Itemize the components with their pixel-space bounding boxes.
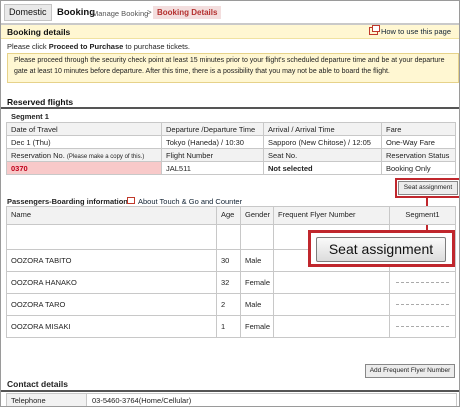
passenger-age: 2 — [216, 293, 241, 316]
section-divider — [1, 107, 459, 109]
seat-cell — [389, 271, 456, 294]
header-departure: Departure /Departure Time — [161, 122, 264, 136]
touch-go-link[interactable]: About Touch & Go and Counter — [127, 197, 242, 206]
breadcrumb-separator: > — [147, 8, 152, 17]
header-name: Name — [6, 206, 217, 225]
ffn-cell — [273, 271, 390, 294]
reservation-no-note: (Please make a copy of this.) — [66, 153, 145, 160]
flight-number: JAL511 — [161, 161, 264, 175]
add-ffn-button[interactable]: Add Frequent Flyer Number — [365, 364, 455, 378]
header-flight-number: Flight Number — [161, 148, 264, 162]
passenger-name: OOZORA HANAKO — [6, 271, 217, 294]
telephone-value: 03-5460-3764(Home/Cellular) — [92, 396, 192, 405]
header-arrival: Arrival / Arrival Time — [263, 122, 382, 136]
passenger-age: 32 — [216, 271, 241, 294]
header-reservation-no: Reservation No. (Please make a copy of t… — [6, 148, 162, 162]
header-date-of-travel: Date of Travel — [6, 122, 162, 136]
arrival-value: Sapporo (New Chitose) / 12:05 — [263, 135, 382, 149]
passenger-row: OOZORA TARO 2 Male — [6, 293, 456, 316]
new-window-icon — [127, 197, 135, 204]
seat-number: Not selected — [263, 161, 382, 175]
header-gender: Gender — [240, 206, 274, 225]
passenger-row: OOZORA HANAKO 32 Female — [6, 271, 456, 294]
purchase-instruction: Please click Proceed to Purchase to purc… — [7, 42, 190, 51]
reservation-status: Booking Only — [381, 161, 456, 175]
how-to-use-label: How to use this page — [380, 27, 451, 36]
segment-label: Segment 1 — [11, 112, 49, 121]
breadcrumb-manage-booking[interactable]: Manage Booking — [92, 9, 148, 18]
instruction-text: Please click — [7, 42, 49, 51]
booking-details-header: Booking details How to use this page — [1, 25, 459, 39]
header-ffn: Frequent Flyer Number — [273, 206, 390, 225]
spacer-cell — [6, 224, 217, 250]
spacer-cell — [240, 224, 274, 250]
passenger-name: OOZORA TABITO — [6, 249, 217, 272]
passenger-age: 1 — [216, 315, 241, 338]
ffn-cell — [273, 315, 390, 338]
header-seat-no: Seat No. — [263, 148, 382, 162]
telephone-label: Telephone — [7, 394, 87, 406]
contact-title: Contact details — [7, 379, 68, 389]
header-fare: Fare — [381, 122, 456, 136]
header-age: Age — [216, 206, 241, 225]
reserved-flights-title: Reserved flights — [7, 97, 74, 107]
tab-strip: Domestic Booking Manage Booking > Bookin… — [1, 1, 459, 25]
page-frame: Domestic Booking Manage Booking > Bookin… — [0, 0, 460, 407]
reservation-number: 0370 — [6, 161, 162, 175]
header-segment1: Segment1 — [389, 206, 456, 225]
reservation-no-label: Reservation No. — [11, 150, 65, 160]
tab-booking[interactable]: Booking — [57, 7, 95, 18]
tab-domestic[interactable]: Domestic — [4, 4, 52, 21]
seat-cell — [389, 315, 456, 338]
flight-table: Date of Travel Departure /Departure Time… — [6, 122, 456, 175]
seat-assignment-button-zoomed[interactable]: Seat assignment — [316, 237, 446, 262]
seat-cell — [389, 293, 456, 316]
header-reservation-status: Reservation Status — [381, 148, 456, 162]
breadcrumb-booking-details: Booking Details — [153, 6, 222, 19]
passenger-name: OOZORA MISAKI — [6, 315, 217, 338]
instruction-bold: Proceed to Purchase — [48, 42, 124, 51]
passenger-gender: Male — [240, 293, 274, 316]
touch-go-label: About Touch & Go and Counter — [138, 197, 243, 206]
page-title: Booking details — [7, 27, 71, 37]
spacer-cell — [216, 224, 241, 250]
ffn-cell — [273, 293, 390, 316]
new-window-icon — [368, 25, 380, 35]
seat-assignment-button[interactable]: Seat assignment — [395, 178, 459, 198]
passenger-row: OOZORA MISAKI 1 Female — [6, 315, 456, 338]
fare-value: One-Way Fare — [381, 135, 456, 149]
passenger-gender: Male — [240, 249, 274, 272]
passenger-name: OOZORA TARO — [6, 293, 217, 316]
seat-assignment-callout: Seat assignment — [308, 230, 455, 267]
section-divider — [1, 390, 459, 392]
passenger-gender: Female — [240, 271, 274, 294]
security-notice: Please proceed through the security chec… — [7, 53, 459, 83]
passengers-table: Name Age Gender Frequent Flyer Number Se… — [6, 206, 456, 338]
how-to-use-link[interactable]: How to use this page — [368, 25, 451, 36]
passenger-gender: Female — [240, 315, 274, 338]
telephone-row: Telephone 03-5460-3764(Home/Cellular) — [6, 393, 457, 406]
passengers-title: Passengers-Boarding information — [7, 197, 128, 206]
travel-date: Dec 1 (Thu) — [6, 135, 162, 149]
departure-value: Tokyo (Haneda) / 10:30 — [161, 135, 264, 149]
instruction-text-end: to purchase tickets. — [123, 42, 191, 51]
passenger-age: 30 — [216, 249, 241, 272]
